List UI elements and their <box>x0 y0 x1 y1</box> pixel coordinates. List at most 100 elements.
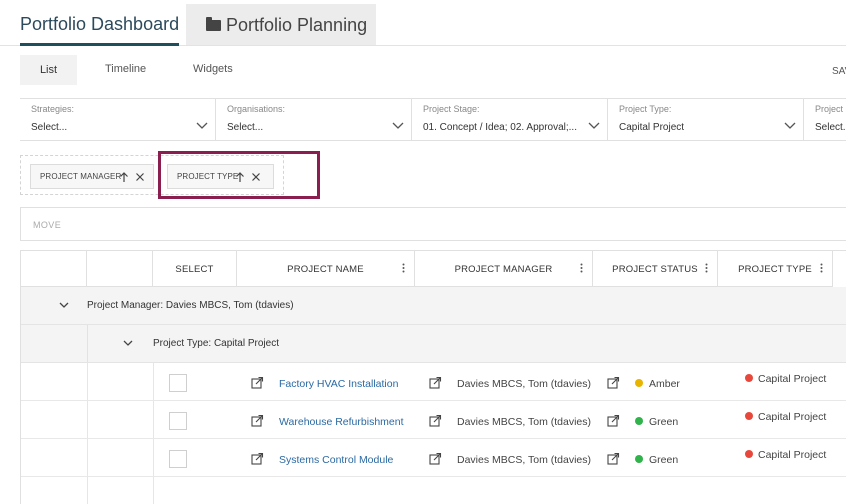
filter-label: Organisations: <box>227 104 286 114</box>
chevron-down-icon <box>196 120 208 130</box>
chevron-down-icon <box>588 120 600 130</box>
column-header-project-manager[interactable]: PROJECT MANAGER <box>415 251 593 287</box>
top-tab-bar: Portfolio Dashboard Portfolio Planning <box>0 0 846 46</box>
filter-value: Select... <box>31 122 68 133</box>
column-divider <box>153 439 154 476</box>
filter-label: Project <box>815 104 844 114</box>
highlight-box <box>158 151 320 199</box>
type-dot <box>745 450 753 458</box>
table-row[interactable]: Warehouse Refurbishment Davies MBCS, Tom… <box>21 401 846 439</box>
open-external-icon[interactable] <box>429 376 442 389</box>
table-row-empty <box>21 477 846 504</box>
table-row[interactable]: Systems Control Module Davies MBCS, Tom … <box>21 439 846 477</box>
column-menu-icon[interactable] <box>705 263 708 273</box>
filter-value: Capital Project <box>619 122 685 133</box>
chevron-down-icon[interactable] <box>123 339 133 347</box>
column-header-blank-1 <box>21 251 87 287</box>
move-button[interactable]: MOVE <box>33 220 61 230</box>
open-external-icon[interactable] <box>251 376 264 389</box>
tab-portfolio-planning[interactable]: Portfolio Planning <box>186 4 376 45</box>
open-external-icon[interactable] <box>429 452 442 465</box>
column-menu-icon[interactable] <box>402 263 405 273</box>
column-header-label: PROJECT STATUS <box>612 264 698 275</box>
filter-strategies[interactable]: Strategies: Select... <box>20 99 216 140</box>
project-type-label: Capital Project <box>758 411 827 423</box>
filter-project[interactable]: Project Select... <box>804 99 846 140</box>
column-divider <box>153 401 154 438</box>
group-row-project-manager[interactable]: Project Manager: Davies MBCS, Tom (tdavi… <box>21 287 846 325</box>
sort-ascending-icon[interactable] <box>118 170 130 184</box>
column-header-label: PROJECT MANAGER <box>454 264 553 275</box>
filter-organisations[interactable]: Organisations: Select... <box>216 99 412 140</box>
tab-label: Portfolio Dashboard <box>20 14 180 34</box>
column-header-project-type[interactable]: PROJECT TYPE <box>718 251 833 287</box>
project-type-label: Capital Project <box>758 373 827 385</box>
tab-timeline[interactable]: Timeline <box>105 63 146 75</box>
filter-project-type[interactable]: Project Type: Capital Project <box>608 99 804 140</box>
group-row-project-type[interactable]: Project Type: Capital Project <box>21 325 846 363</box>
column-header-label: PROJECT NAME <box>287 264 364 275</box>
status-dot <box>635 417 643 425</box>
folder-icon <box>206 17 221 31</box>
project-name-link[interactable]: Factory HVAC Installation <box>279 378 398 390</box>
move-bar: MOVE <box>20 207 846 241</box>
status-dot <box>635 455 643 463</box>
column-header-project-status[interactable]: PROJECT STATUS <box>593 251 718 287</box>
project-status-cell: Amber <box>649 378 680 390</box>
open-external-icon[interactable] <box>251 414 264 427</box>
open-external-icon[interactable] <box>607 414 620 427</box>
save-button[interactable]: SAV <box>832 66 846 77</box>
row-select-checkbox[interactable] <box>169 374 187 392</box>
view-tab-bar: List Timeline Widgets SAV <box>0 46 846 94</box>
chevron-down-icon <box>784 120 796 130</box>
group-label: Project Type: Capital Project <box>153 338 279 349</box>
tab-label: Portfolio Planning <box>226 15 368 35</box>
tab-widgets[interactable]: Widgets <box>193 63 233 75</box>
row-select-checkbox[interactable] <box>169 450 187 468</box>
project-type-cell: Capital Project <box>745 449 826 461</box>
column-divider <box>87 477 88 504</box>
chip-label: PROJECT MANAGER <box>40 172 122 181</box>
project-manager-cell: Davies MBCS, Tom (tdavies) <box>457 454 592 466</box>
project-status-cell: Green <box>649 416 679 428</box>
open-external-icon[interactable] <box>251 452 264 465</box>
close-icon[interactable] <box>134 170 146 184</box>
column-divider <box>153 477 154 504</box>
project-type-cell: Capital Project <box>745 411 826 423</box>
filter-bar: Strategies: Select... Organisations: Sel… <box>20 98 846 141</box>
column-header-label: PROJECT TYPE <box>738 264 812 275</box>
chevron-down-icon <box>392 120 404 130</box>
filter-project-stage[interactable]: Project Stage: 01. Concept / Idea; 02. A… <box>412 99 608 140</box>
filter-label: Strategies: <box>31 104 75 114</box>
column-divider <box>87 325 88 362</box>
project-type-cell: Capital Project <box>745 373 826 385</box>
column-divider <box>87 439 88 476</box>
project-type-label: Capital Project <box>758 449 827 461</box>
open-external-icon[interactable] <box>607 376 620 389</box>
project-name-link[interactable]: Warehouse Refurbishment <box>279 416 404 428</box>
open-external-icon[interactable] <box>429 414 442 427</box>
chevron-down-icon[interactable] <box>59 301 69 309</box>
column-divider <box>87 363 88 400</box>
tab-portfolio-dashboard[interactable]: Portfolio Dashboard <box>20 4 180 46</box>
column-header-project-name[interactable]: PROJECT NAME <box>237 251 415 287</box>
filter-label: Project Stage: <box>423 104 480 114</box>
status-dot <box>635 379 643 387</box>
table-row[interactable]: Factory HVAC Installation Davies MBCS, T… <box>21 363 846 401</box>
filter-label: Project Type: <box>619 104 672 114</box>
column-divider <box>153 363 154 400</box>
column-menu-icon[interactable] <box>580 263 583 273</box>
filter-value: Select... <box>815 122 846 133</box>
column-header-select[interactable]: SELECT <box>153 251 237 287</box>
column-menu-icon[interactable] <box>820 263 823 273</box>
project-name-link[interactable]: Systems Control Module <box>279 454 393 466</box>
open-external-icon[interactable] <box>607 452 620 465</box>
tab-list[interactable]: List <box>20 55 77 85</box>
row-select-checkbox[interactable] <box>169 412 187 430</box>
column-divider <box>87 401 88 438</box>
filter-value: 01. Concept / Idea; 02. Approval;... <box>423 122 577 133</box>
project-manager-cell: Davies MBCS, Tom (tdavies) <box>457 416 592 428</box>
group-chip-project-manager[interactable]: PROJECT MANAGER <box>30 164 154 189</box>
project-status-cell: Green <box>649 454 679 466</box>
type-dot <box>745 412 753 420</box>
